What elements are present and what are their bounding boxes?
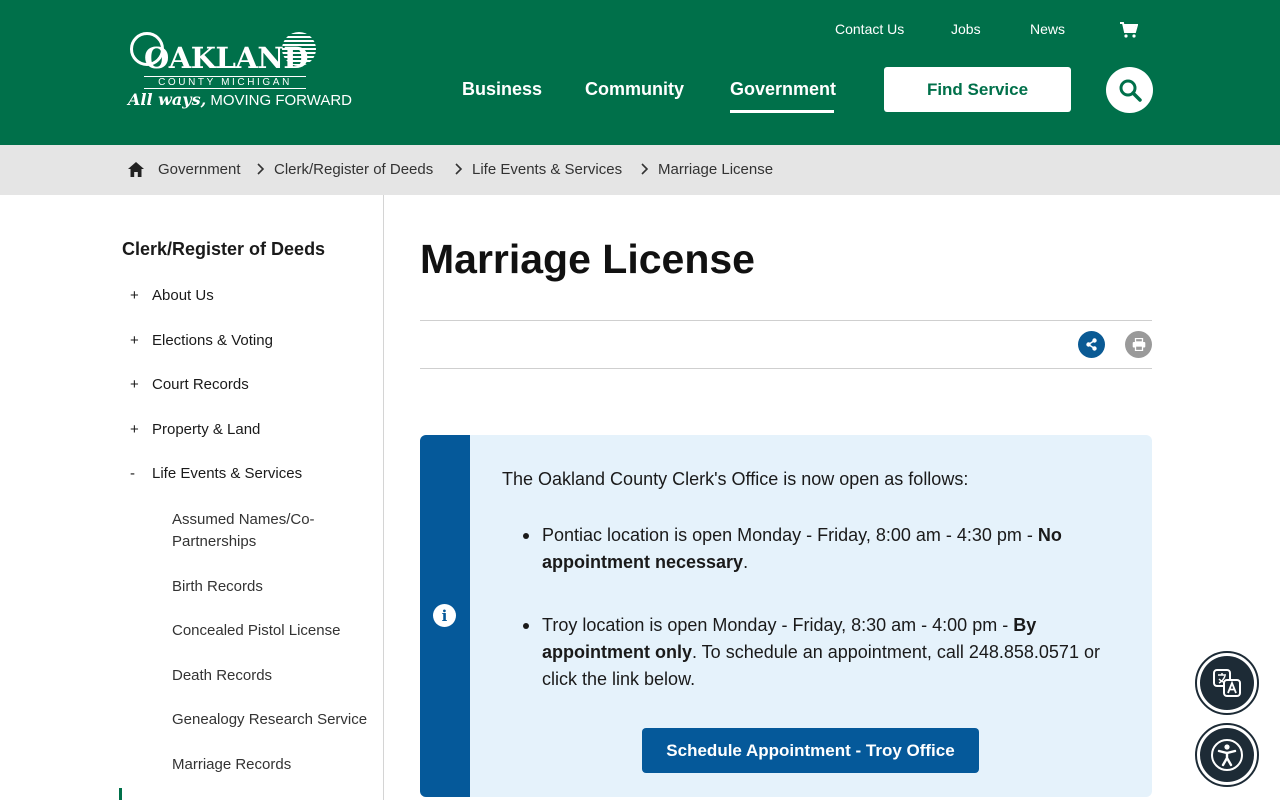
share-icon [1086, 338, 1097, 351]
schedule-appointment-button[interactable]: Schedule Appointment - Troy Office [642, 728, 979, 773]
alert-intro: The Oakland County Clerk's Office is now… [502, 469, 969, 489]
alert-list: Pontiac location is open Monday - Friday… [520, 522, 1120, 693]
breadcrumb: Government Clerk/Register of Deeds Life … [0, 145, 1280, 195]
util-link-jobs[interactable]: Jobs [951, 21, 981, 37]
chevron-right-icon [641, 163, 649, 175]
info-icon: i [433, 604, 456, 627]
accessibility-icon [1211, 739, 1243, 771]
breadcrumb-current: Marriage License [658, 161, 774, 178]
expand-icon[interactable]: + [130, 287, 152, 304]
sidebar-subitem-birth-records[interactable]: Birth Records [172, 576, 263, 598]
translate-icon [1213, 669, 1241, 697]
list-item: Pontiac location is open Monday - Friday… [520, 522, 1120, 576]
logo-tagline-script: All ways, [128, 90, 207, 109]
breadcrumb-life-events[interactable]: Life Events & Services [472, 161, 622, 178]
list-item-text: . [743, 552, 749, 572]
share-button[interactable] [1078, 331, 1105, 358]
sidebar-item-label: About Us [152, 287, 214, 304]
expand-icon[interactable]: + [130, 376, 152, 393]
list-item: Troy location is open Monday - Friday, 8… [520, 612, 1120, 693]
list-item-text: Pontiac location is open Monday - Friday… [542, 525, 1038, 545]
sidebar-divider [383, 195, 384, 800]
sidebar-title[interactable]: Clerk/Register of Deeds [122, 239, 325, 260]
logo-wordmark: OAKLAND [144, 41, 309, 75]
sidebar-item-label: Elections & Voting [152, 332, 273, 349]
logo-tagline: All ways, MOVING FORWARD [128, 90, 352, 109]
chevron-right-icon [257, 163, 265, 175]
util-link-news[interactable]: News [1030, 21, 1065, 37]
active-nav-indicator [730, 110, 834, 113]
cart-icon[interactable] [1120, 22, 1138, 38]
sidebar-subitem-genealogy[interactable]: Genealogy Research Service [172, 709, 367, 731]
sidebar-item-label: Court Records [152, 376, 249, 393]
main-nav-government[interactable]: Government [730, 79, 836, 100]
expand-icon[interactable]: + [130, 332, 152, 349]
office-hours-alert: i The Oakland County Clerk's Office is n… [420, 435, 1152, 797]
util-link-contact-us[interactable]: Contact Us [835, 21, 904, 37]
oakland-county-logo[interactable]: OAKLAND COUNTY MICHIGAN All ways, MOVING… [128, 30, 352, 114]
expand-icon[interactable]: + [130, 421, 152, 438]
find-service-button[interactable]: Find Service [884, 67, 1071, 112]
print-icon [1132, 338, 1145, 351]
logo-subtitle: COUNTY MICHIGAN [144, 76, 306, 89]
site-header: OAKLAND COUNTY MICHIGAN All ways, MOVING… [0, 0, 1280, 145]
sidebar-subitem-pistol-license[interactable]: Concealed Pistol License [172, 620, 340, 642]
sidebar-subitem-death-records[interactable]: Death Records [172, 665, 272, 687]
home-icon[interactable] [128, 162, 144, 177]
collapse-icon[interactable]: - [130, 465, 152, 482]
sidebar-subitem-assumed-names[interactable]: Assumed Names/Co-Partnerships [172, 509, 342, 553]
sidebar-item-property-land[interactable]: + Property & Land [130, 421, 260, 438]
sidebar-item-label: Property & Land [152, 421, 261, 438]
alert-strip: i [420, 435, 470, 797]
list-item-text: Troy location is open Monday - Friday, 8… [542, 615, 1014, 635]
accessibility-button[interactable] [1195, 723, 1259, 787]
main-nav-business[interactable]: Business [462, 79, 542, 100]
breadcrumb-government[interactable]: Government [158, 161, 241, 178]
page-title: Marriage License [420, 236, 755, 282]
breadcrumb-clerk[interactable]: Clerk/Register of Deeds [274, 161, 433, 178]
sidebar-active-indicator [119, 788, 122, 800]
sidebar-item-about-us[interactable]: + About Us [130, 287, 214, 304]
logo-tagline-text: MOVING FORWARD [210, 92, 352, 109]
chevron-right-icon [455, 163, 463, 175]
sidebar-item-court-records[interactable]: + Court Records [130, 376, 249, 393]
sidebar-subitem-marriage-records[interactable]: Marriage Records [172, 754, 291, 776]
print-button[interactable] [1125, 331, 1152, 358]
main-nav-community[interactable]: Community [585, 79, 684, 100]
divider [420, 368, 1152, 369]
search-icon [1119, 79, 1142, 102]
sidebar-item-elections[interactable]: + Elections & Voting [130, 332, 273, 349]
search-button[interactable] [1106, 67, 1153, 113]
sidebar-item-life-events[interactable]: - Life Events & Services [130, 465, 302, 482]
sidebar-item-label: Life Events & Services [152, 465, 303, 482]
translate-button[interactable] [1195, 651, 1259, 715]
divider [420, 320, 1152, 321]
